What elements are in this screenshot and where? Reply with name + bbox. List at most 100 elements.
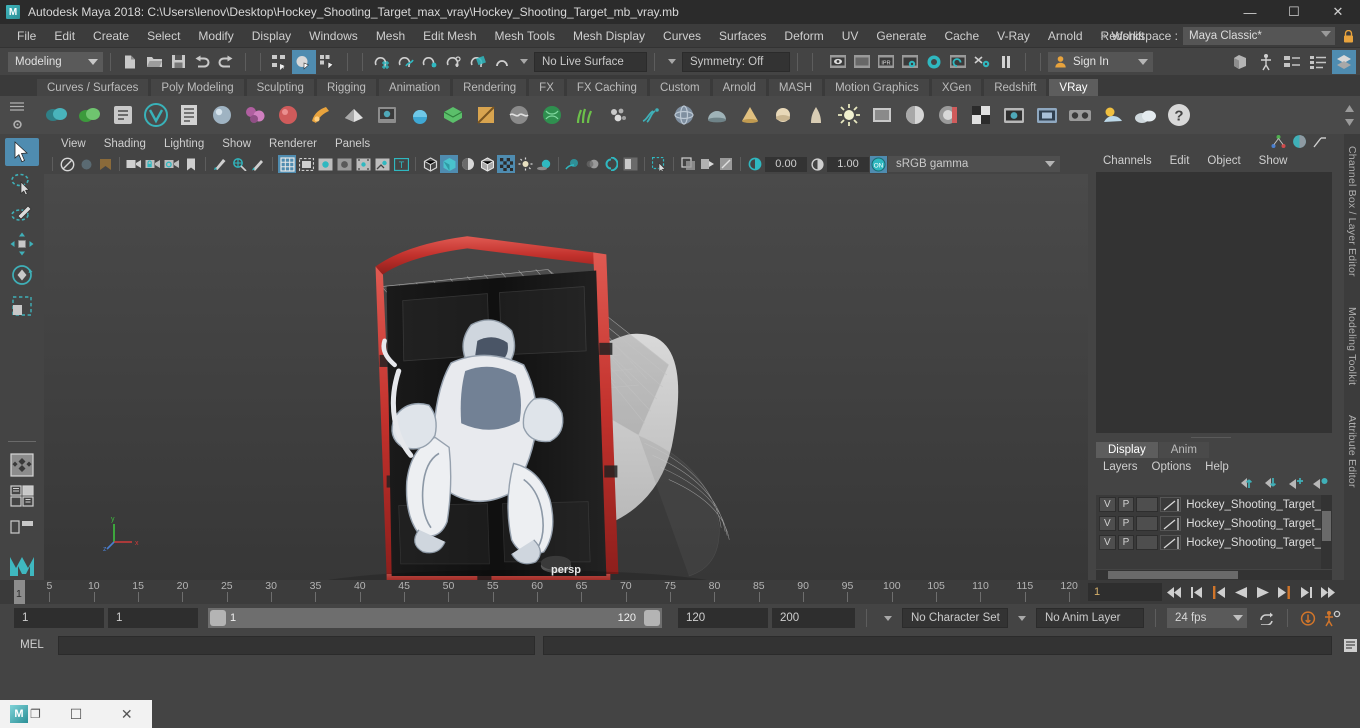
chevron-down-icon[interactable] <box>1018 615 1026 621</box>
outliner-layout-icon[interactable] <box>5 513 39 541</box>
viewport-menu-shading[interactable]: Shading <box>95 134 155 154</box>
vray-fur-icon[interactable] <box>405 100 435 130</box>
snap-to-view-planes-icon[interactable] <box>466 50 490 74</box>
side-tab-channel-box[interactable]: Channel Box / Layer Editor <box>1346 142 1358 281</box>
layer-visibility-toggle[interactable]: V <box>1099 516 1116 531</box>
menu-overflow-chevron-icon[interactable]: » <box>1100 30 1106 42</box>
graph-editor-icon[interactable] <box>1313 134 1328 152</box>
vray-hair-icon[interactable] <box>636 100 666 130</box>
move-layer-down-icon[interactable] <box>1265 477 1280 492</box>
shelf-tab-fx-caching[interactable]: FX Caching <box>565 78 648 96</box>
viewport-menu-panels[interactable]: Panels <box>326 134 379 154</box>
viewport-menu-lighting[interactable]: Lighting <box>155 134 213 154</box>
vray-ambient-light-icon[interactable] <box>768 100 798 130</box>
snap-to-point-icon[interactable] <box>418 50 442 74</box>
minimize-button[interactable]: — <box>1228 0 1272 24</box>
animation-end-field[interactable]: 200 <box>772 608 855 628</box>
shelf-tab-vray[interactable]: VRay <box>1048 78 1099 96</box>
close-button[interactable]: ✕ <box>1316 0 1360 24</box>
menu-edit[interactable]: Edit <box>45 24 84 48</box>
smooth-shade-all-icon[interactable] <box>440 155 458 173</box>
vray-plane-icon[interactable] <box>339 100 369 130</box>
range-end-field[interactable]: 120 <box>678 608 768 628</box>
shelf-tab-redshift[interactable]: Redshift <box>983 78 1048 96</box>
vray-help-icon[interactable]: ? <box>1164 100 1194 130</box>
shelf-menu-icon[interactable] <box>8 99 26 113</box>
isolate-select-icon[interactable] <box>650 155 668 173</box>
menu-cache[interactable]: Cache <box>935 24 988 48</box>
menu-uv[interactable]: UV <box>833 24 868 48</box>
menu-modify[interactable]: Modify <box>189 24 242 48</box>
camera-view-icon[interactable] <box>125 155 143 173</box>
resolution-gate-icon[interactable] <box>316 155 334 173</box>
show-hide-hud-icon[interactable] <box>1254 50 1278 74</box>
panel-splitter[interactable] <box>1088 433 1334 441</box>
step-back-key-button[interactable] <box>1187 582 1206 602</box>
time-slider[interactable]: 1 5 10 15 20 25 30 35 40 45 50 55 60 65 70 75 80 85 90 95 1… <box>14 580 1080 604</box>
snap-to-curve-icon[interactable] <box>394 50 418 74</box>
current-frame-field[interactable]: 1 <box>1088 583 1162 601</box>
viewport-menu-renderer[interactable]: Renderer <box>260 134 326 154</box>
menu-generate[interactable]: Generate <box>867 24 935 48</box>
layer-row-3[interactable]: V P Hockey_Shooting_Target_lay <box>1096 533 1332 552</box>
scrollbar-thumb[interactable] <box>1322 511 1331 541</box>
layer-help-menu[interactable]: Help <box>1198 461 1236 473</box>
show-hide-modeling-toolkit-icon[interactable] <box>1228 50 1252 74</box>
viewport-menu-view[interactable]: View <box>52 134 95 154</box>
menu-deform[interactable]: Deform <box>775 24 832 48</box>
side-tab-modeling-toolkit[interactable]: Modeling Toolkit <box>1346 303 1358 389</box>
layer-list-horizontal-scrollbar[interactable] <box>1096 570 1332 580</box>
taskbar-maya-button[interactable]: M ❐ <box>0 700 51 728</box>
playback-speed-dropdown[interactable]: 24 fps <box>1167 608 1247 628</box>
live-surface-field[interactable]: No Live Surface <box>534 51 647 72</box>
symmetry-field[interactable]: Symmetry: Off <box>682 51 790 72</box>
multisample-aa-icon[interactable] <box>602 155 620 173</box>
vray-physical-camera-icon[interactable] <box>1032 100 1062 130</box>
xray-active-components-icon[interactable] <box>717 155 735 173</box>
split-view-layout-icon[interactable] <box>5 482 39 510</box>
bookmark-icon[interactable] <box>182 155 200 173</box>
use-all-lights-icon[interactable] <box>516 155 534 173</box>
vray-dome-icon[interactable] <box>702 100 732 130</box>
menu-mesh-display[interactable]: Mesh Display <box>564 24 654 48</box>
timeline-drag-handle[interactable] <box>0 580 14 604</box>
scrollbar-thumb[interactable] <box>1108 571 1238 579</box>
gate-mask-icon[interactable] <box>335 155 353 173</box>
xray-icon[interactable] <box>679 155 697 173</box>
channel-box-content[interactable] <box>1096 172 1332 433</box>
color-management-toggle-icon[interactable]: ON <box>870 155 887 173</box>
menu-display[interactable]: Display <box>243 24 300 48</box>
step-forward-key-button[interactable] <box>1297 582 1316 602</box>
workspace-dropdown[interactable]: Maya Classic* <box>1183 27 1335 45</box>
move-layer-up-icon[interactable] <box>1241 477 1256 492</box>
animation-preferences-icon[interactable] <box>1322 608 1341 628</box>
shelf-tab-curves-surfaces[interactable]: Curves / Surfaces <box>36 78 150 96</box>
play-forwards-button[interactable] <box>1253 582 1272 602</box>
color-space-dropdown[interactable]: sRGB gamma <box>888 156 1060 172</box>
chevron-down-icon[interactable] <box>884 615 892 621</box>
maximize-button[interactable]: ☐ <box>1272 0 1316 24</box>
snap-to-grid-icon[interactable] <box>370 50 394 74</box>
redo-icon[interactable] <box>214 50 238 74</box>
vray-scene-icon[interactable] <box>537 100 567 130</box>
vray-frame-buffer-icon[interactable] <box>75 100 105 130</box>
vray-clipper-icon[interactable] <box>471 100 501 130</box>
auto-keyframe-toggle-icon[interactable] <box>1299 608 1318 628</box>
shelf-tab-rigging[interactable]: Rigging <box>315 78 377 96</box>
select-by-component-type-icon[interactable] <box>316 50 340 74</box>
shelf-tab-arnold[interactable]: Arnold <box>711 78 767 96</box>
wireframe-on-shaded-icon[interactable] <box>478 155 496 173</box>
paint-selection-tool-icon[interactable] <box>5 200 39 228</box>
exposure-icon[interactable] <box>373 155 391 173</box>
layer-row-1[interactable]: V P Hockey_Shooting_Target_lay <box>1096 495 1332 514</box>
menu-set-dropdown[interactable]: Modeling <box>8 51 103 72</box>
vray-sun-icon[interactable] <box>306 100 336 130</box>
move-tool-icon[interactable] <box>5 230 39 258</box>
select-tool-icon[interactable] <box>5 138 39 166</box>
scale-tool-icon[interactable] <box>5 292 39 320</box>
vray-cloud-icon[interactable] <box>1131 100 1161 130</box>
vray-sun-sky-icon[interactable] <box>1098 100 1128 130</box>
menu-windows[interactable]: Windows <box>300 24 367 48</box>
shadows-icon[interactable] <box>535 155 553 173</box>
redo-render-icon[interactable] <box>850 50 874 74</box>
